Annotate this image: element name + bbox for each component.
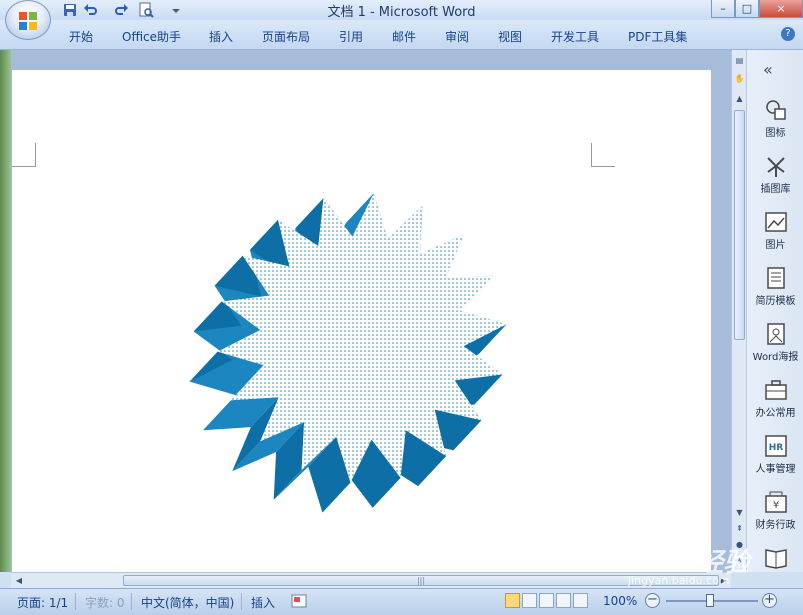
macro-record-icon[interactable] xyxy=(291,593,307,609)
word-count[interactable]: 字数: 0 xyxy=(85,594,125,611)
svg-text:¥: ¥ xyxy=(772,500,778,511)
watermark-url: jingyan.baidu.com xyxy=(628,574,730,587)
zoom-in-button[interactable]: + xyxy=(762,593,777,608)
collapse-pane-icon[interactable]: « xyxy=(763,60,773,79)
full-screen-reading-button[interactable] xyxy=(522,593,537,608)
divider xyxy=(131,593,132,610)
print-preview-icon[interactable] xyxy=(138,2,154,18)
side-item-label: 人事管理 xyxy=(755,464,796,475)
customize-qat-icon[interactable] xyxy=(168,2,184,18)
close-button[interactable]: × xyxy=(759,0,803,18)
vertical-scroll-thumb[interactable] xyxy=(734,110,745,340)
page-count[interactable]: 页面: 1/1 xyxy=(17,594,68,611)
hr-icon: HR xyxy=(764,435,787,457)
document-page[interactable] xyxy=(12,70,711,572)
side-item-label: 简历模板 xyxy=(755,296,796,307)
tab-references[interactable]: 引用 xyxy=(339,28,363,45)
zoom-out-button[interactable]: − xyxy=(645,593,660,608)
side-item-word-poster[interactable]: Word海报 xyxy=(747,322,803,363)
print-layout-view-button[interactable] xyxy=(505,593,520,608)
window-controls: – □ × xyxy=(711,0,803,18)
side-item-office-common[interactable]: 办公常用 xyxy=(747,378,803,419)
yen-box-icon: ¥ xyxy=(764,491,787,513)
pan-hand-icon[interactable]: ✋ xyxy=(733,72,746,85)
side-item-finance[interactable]: ¥ 财务行政 xyxy=(747,490,803,531)
side-item-label: Word海报 xyxy=(752,352,799,363)
scroll-down-icon[interactable]: ▼ xyxy=(733,506,746,519)
side-item-more[interactable] xyxy=(747,546,803,570)
side-item-pictures[interactable]: 图片 xyxy=(747,210,803,251)
side-item-hr[interactable]: HR 人事管理 xyxy=(747,434,803,475)
status-bar: 页面: 1/1 字数: 0 中文(简体，中国) 插入 100% − + xyxy=(0,588,803,615)
book-icon xyxy=(764,549,787,569)
starburst-shape[interactable] xyxy=(12,70,711,572)
side-item-label: 办公常用 xyxy=(755,408,796,419)
language[interactable]: 中文(简体，中国) xyxy=(141,594,234,611)
scroll-left-icon[interactable]: ◀ xyxy=(13,575,25,587)
draft-view-button[interactable] xyxy=(573,593,588,608)
tab-office-assistant[interactable]: Office助手 xyxy=(122,28,181,45)
office-logo-icon xyxy=(19,12,37,30)
side-item-icons[interactable]: 图标 xyxy=(747,98,803,139)
resume-icon xyxy=(766,267,785,289)
tab-review[interactable]: 审阅 xyxy=(445,28,469,45)
svg-text:HR: HR xyxy=(768,443,783,453)
side-item-label: 财务行政 xyxy=(755,520,796,531)
ruler-toggle-icon[interactable]: ▤ xyxy=(733,54,746,67)
zoom-slider-thumb[interactable] xyxy=(706,594,714,607)
side-item-clipart[interactable]: 插图库 xyxy=(747,154,803,195)
desktop-edge xyxy=(0,50,11,572)
web-layout-button[interactable] xyxy=(539,593,554,608)
help-icon[interactable]: ? xyxy=(781,27,795,41)
tab-page-layout[interactable]: 页面布局 xyxy=(262,28,310,45)
task-pane: « 图标 插图库 图片 简历模板 Word海报 办公常用 HR 人事管理 ¥ 财… xyxy=(746,50,803,572)
picture-icon xyxy=(764,212,787,232)
undo-icon[interactable] xyxy=(82,2,98,18)
zoom-level[interactable]: 100% xyxy=(603,594,637,608)
tab-view[interactable]: 视图 xyxy=(498,28,522,45)
ribbon: 开始 Office助手 插入 页面布局 引用 邮件 审阅 视图 开发工具 PDF… xyxy=(0,20,803,50)
windmill-icon xyxy=(766,157,785,177)
minimize-button[interactable]: – xyxy=(711,0,735,18)
side-item-label: 插图库 xyxy=(760,184,791,195)
side-item-label: 图标 xyxy=(765,128,786,139)
briefcase-icon xyxy=(764,380,787,400)
previous-page-icon[interactable]: ⇞ xyxy=(733,522,746,535)
tab-home[interactable]: 开始 xyxy=(69,28,93,45)
shapes-icon xyxy=(765,100,786,120)
tab-pdf-tools[interactable]: PDF工具集 xyxy=(628,28,687,45)
redo-icon[interactable] xyxy=(114,2,130,18)
tab-insert[interactable]: 插入 xyxy=(209,28,233,45)
tab-developer[interactable]: 开发工具 xyxy=(551,28,599,45)
title-bar: 文档 1 - Microsoft Word – □ × xyxy=(0,0,803,20)
divider xyxy=(75,593,76,610)
vertical-scrollbar[interactable]: ▤ ✋ ▲ ▼ ⇞ ● ⇟ xyxy=(731,50,746,572)
side-item-resume-templates[interactable]: 简历模板 xyxy=(747,266,803,307)
poster-icon xyxy=(766,323,785,345)
divider xyxy=(241,593,242,610)
office-button[interactable] xyxy=(5,0,51,40)
side-item-label: 图片 xyxy=(765,240,786,251)
save-icon[interactable] xyxy=(62,2,78,18)
insert-mode[interactable]: 插入 xyxy=(251,594,275,611)
scroll-up-icon[interactable]: ▲ xyxy=(733,92,746,105)
tab-mailings[interactable]: 邮件 xyxy=(392,28,416,45)
outline-view-button[interactable] xyxy=(556,593,571,608)
maximize-button[interactable]: □ xyxy=(735,0,759,18)
